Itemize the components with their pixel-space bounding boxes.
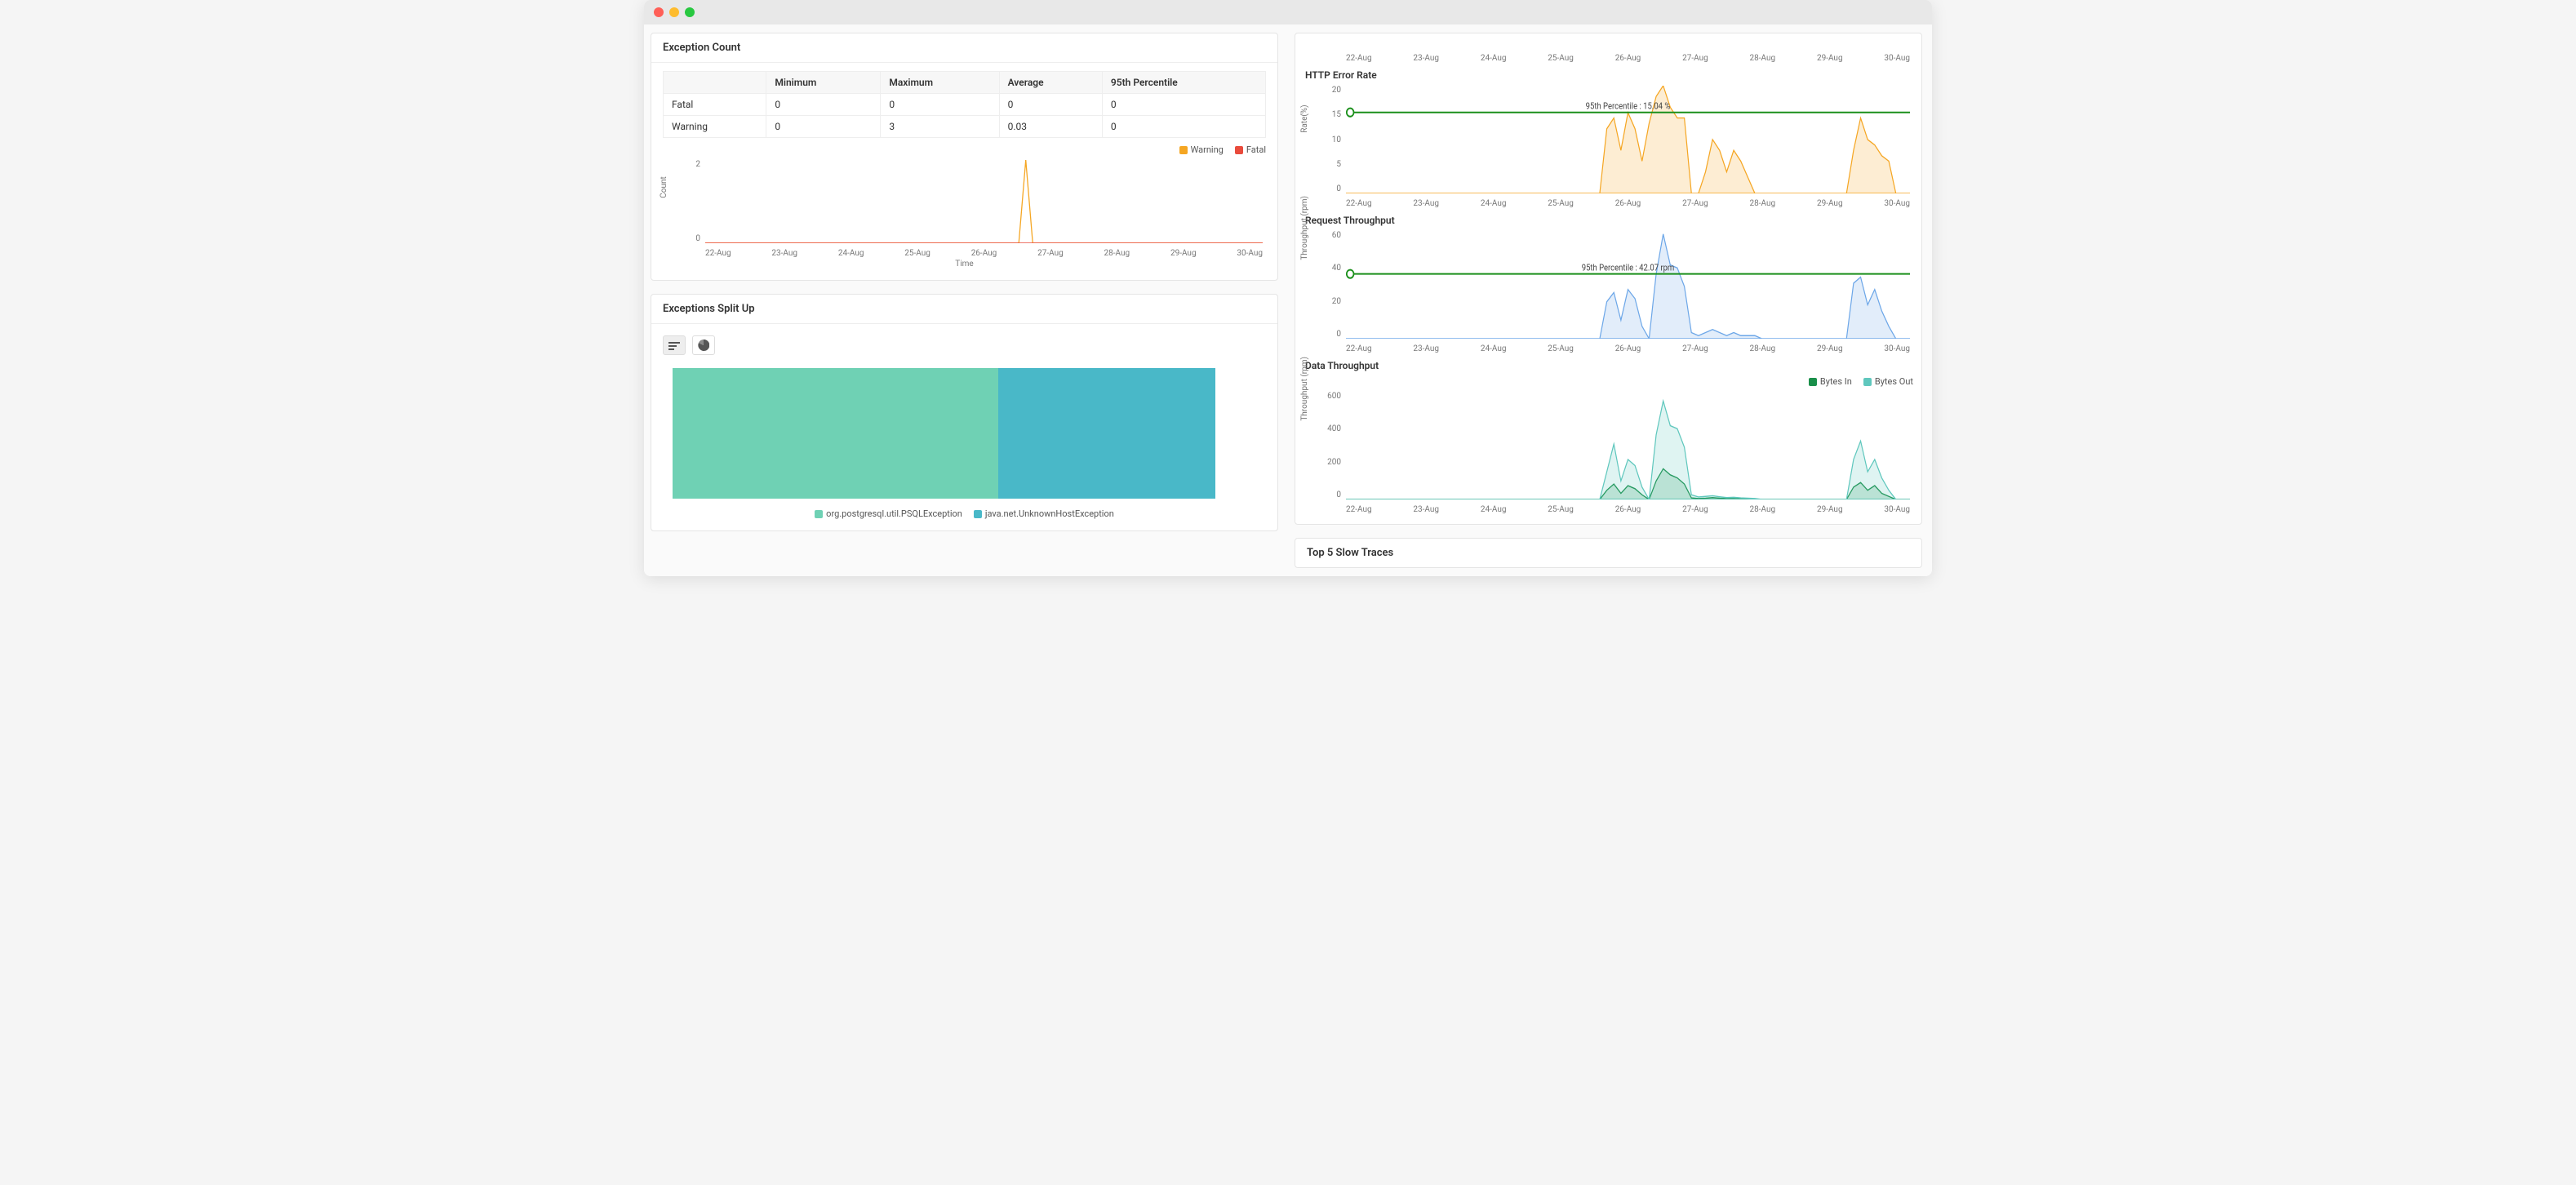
exception-count-body: Minimum Maximum Average 95th Percentile … xyxy=(651,63,1277,280)
y-axis-label: Throughput (rpm) xyxy=(1300,196,1309,260)
row-label: Warning xyxy=(664,116,766,138)
right-charts-card: 22-Aug23-Aug24-Aug25-Aug26-Aug27-Aug28-A… xyxy=(1295,33,1922,525)
x-ticks: 22-Aug23-Aug24-Aug25-Aug26-Aug27-Aug28-A… xyxy=(1346,54,1910,63)
th-blank xyxy=(664,72,766,94)
req-throughput-chart[interactable]: Throughput (rpm) 6040200 95th Percentile… xyxy=(1304,231,1913,353)
swatch-icon xyxy=(1809,378,1817,386)
legend-item: Bytes Out xyxy=(1863,376,1913,387)
x-ticks: 22-Aug23-Aug24-Aug25-Aug26-Aug27-Aug28-A… xyxy=(1346,199,1910,208)
legend-label: Warning xyxy=(1191,144,1224,155)
view-toggle-group xyxy=(663,332,1266,363)
cell: 0 xyxy=(1102,116,1265,138)
swatch-icon xyxy=(1179,146,1188,154)
legend-label: org.postgresql.util.PSQLException xyxy=(826,508,962,519)
legend-label: java.net.UnknownHostException xyxy=(985,508,1114,519)
swatch-icon xyxy=(1863,378,1872,386)
top-remnant-axis: 22-Aug23-Aug24-Aug25-Aug26-Aug27-Aug28-A… xyxy=(1304,42,1913,63)
table-row: Fatal 0 0 0 0 xyxy=(664,94,1266,116)
bar-view-button[interactable] xyxy=(663,335,686,355)
plot-area: 95th Percentile : 15.04 % xyxy=(1346,86,1910,193)
dashboard-content: Exception Count Minimum Maximum Average … xyxy=(644,24,1932,576)
window-titlebar xyxy=(644,0,1932,24)
y-axis-label: Throughput (rpm) xyxy=(1300,357,1309,421)
exceptions-split-card: Exceptions Split Up org.postgresql.util.… xyxy=(651,294,1278,531)
table-row: Warning 0 3 0.03 0 xyxy=(664,116,1266,138)
data-throughput-title: Data Throughput xyxy=(1305,360,1913,371)
exception-count-legend: Warning Fatal xyxy=(663,144,1266,155)
th-avg: Average xyxy=(999,72,1102,94)
y-ticks: 20151050 xyxy=(1321,86,1341,193)
x-ticks: 22-Aug23-Aug24-Aug25-Aug26-Aug27-Aug28-A… xyxy=(1346,344,1910,353)
plot-area xyxy=(1346,392,1910,499)
swatch-icon xyxy=(1235,146,1243,154)
exception-count-card: Exception Count Minimum Maximum Average … xyxy=(651,33,1278,281)
y-ticks: 6004002000 xyxy=(1321,392,1341,499)
cell: 0 xyxy=(766,94,881,116)
window-close-icon[interactable] xyxy=(654,7,664,17)
left-column: Exception Count Minimum Maximum Average … xyxy=(651,33,1278,568)
window-maximize-icon[interactable] xyxy=(685,7,695,17)
exception-count-title: Exception Count xyxy=(651,33,1277,63)
legend-label: Fatal xyxy=(1246,144,1266,155)
th-p95: 95th Percentile xyxy=(1102,72,1265,94)
req-throughput-title: Request Throughput xyxy=(1305,215,1913,226)
window-minimize-icon[interactable] xyxy=(669,7,679,17)
slow-traces-card: Top 5 Slow Traces xyxy=(1295,538,1922,568)
pie-chart-icon xyxy=(698,340,709,351)
y-ticks: 6040200 xyxy=(1321,231,1341,339)
legend-item: Warning xyxy=(1179,144,1224,155)
exceptions-split-chart[interactable] xyxy=(673,368,1215,499)
exceptions-split-title: Exceptions Split Up xyxy=(651,295,1277,324)
svg-text:95th Percentile : 15.04 %: 95th Percentile : 15.04 % xyxy=(1586,100,1671,112)
swatch-icon xyxy=(815,510,823,518)
th-max: Maximum xyxy=(881,72,999,94)
cell: 0 xyxy=(766,116,881,138)
http-error-title: HTTP Error Rate xyxy=(1305,69,1913,81)
cell: 0 xyxy=(1102,94,1265,116)
app-window: Exception Count Minimum Maximum Average … xyxy=(644,0,1932,576)
exception-count-table: Minimum Maximum Average 95th Percentile … xyxy=(663,71,1266,138)
plot-area xyxy=(705,160,1263,243)
swatch-icon xyxy=(974,510,982,518)
y-tick: 2 xyxy=(681,160,700,169)
th-min: Minimum xyxy=(766,72,881,94)
x-ticks: 22-Aug23-Aug24-Aug25-Aug26-Aug27-Aug28-A… xyxy=(705,249,1263,258)
cell: 3 xyxy=(881,116,999,138)
data-throughput-chart[interactable]: Throughput (rpm) 6004002000 22-Aug23-Aug… xyxy=(1304,392,1913,514)
exceptions-split-legend: org.postgresql.util.PSQLException java.n… xyxy=(663,508,1266,519)
x-axis-label: Time xyxy=(663,260,1266,269)
cell: 0.03 xyxy=(999,116,1102,138)
legend-item: org.postgresql.util.PSQLException xyxy=(815,508,962,519)
pie-view-button[interactable] xyxy=(692,335,715,355)
slow-traces-title: Top 5 Slow Traces xyxy=(1295,539,1921,567)
cell: 0 xyxy=(881,94,999,116)
row-label: Fatal xyxy=(664,94,766,116)
exception-count-chart[interactable]: Count 2 0 22-Aug23-Aug24-Aug25-Aug26-Aug… xyxy=(663,160,1266,258)
y-axis-label: Rate(%) xyxy=(1300,104,1309,132)
legend-label: Bytes In xyxy=(1820,376,1852,387)
svg-text:95th Percentile : 42.07 rpm: 95th Percentile : 42.07 rpm xyxy=(1582,262,1675,273)
x-ticks: 22-Aug23-Aug24-Aug25-Aug26-Aug27-Aug28-A… xyxy=(1346,505,1910,514)
right-column: 22-Aug23-Aug24-Aug25-Aug26-Aug27-Aug28-A… xyxy=(1295,33,1922,568)
cell: 0 xyxy=(999,94,1102,116)
table-header-row: Minimum Maximum Average 95th Percentile xyxy=(664,72,1266,94)
y-axis-label: Count xyxy=(660,176,668,198)
legend-label: Bytes Out xyxy=(1875,376,1913,387)
y-tick: 0 xyxy=(681,234,700,243)
legend-item: Bytes In xyxy=(1809,376,1852,387)
legend-item: java.net.UnknownHostException xyxy=(974,508,1114,519)
bar-chart-icon xyxy=(668,340,680,350)
http-error-chart[interactable]: Rate(%) 20151050 95th Percentile : 15.04… xyxy=(1304,86,1913,208)
data-throughput-legend: Bytes In Bytes Out xyxy=(1304,376,1913,387)
http-error-svg: 95th Percentile : 15.04 % xyxy=(1346,86,1910,193)
exceptions-split-body: org.postgresql.util.PSQLException java.n… xyxy=(651,324,1277,530)
data-throughput-svg xyxy=(1346,392,1910,499)
legend-item: Fatal xyxy=(1235,144,1266,155)
req-throughput-svg: 95th Percentile : 42.07 rpm xyxy=(1346,231,1910,339)
y-ticks: 2 0 xyxy=(681,160,700,243)
exception-count-svg xyxy=(705,160,1263,243)
plot-area: 95th Percentile : 42.07 rpm xyxy=(1346,231,1910,339)
